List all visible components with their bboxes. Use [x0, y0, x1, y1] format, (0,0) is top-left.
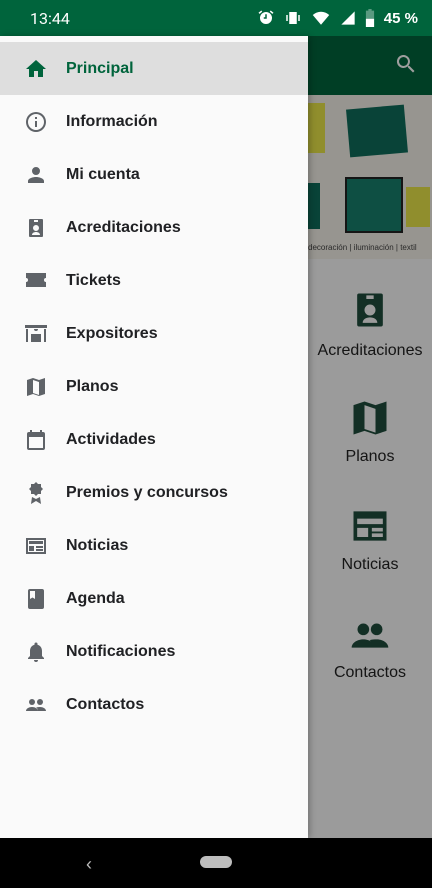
ticket-icon: [24, 269, 48, 293]
store-icon: [24, 322, 48, 346]
drawer-item-label: Notificaciones: [66, 642, 176, 660]
signal-icon: [341, 11, 355, 25]
book-icon: [24, 587, 48, 611]
system-nav-bar: ‹: [0, 838, 432, 888]
drawer-item-premios[interactable]: Premios y concursos: [0, 466, 308, 519]
drawer-item-label: Tickets: [66, 271, 121, 289]
drawer-item-acreditaciones[interactable]: Acreditaciones: [0, 201, 308, 254]
badge-icon: [24, 216, 48, 240]
drawer-item-agenda[interactable]: Agenda: [0, 572, 308, 625]
drawer-item-mi-cuenta[interactable]: Mi cuenta: [0, 148, 308, 201]
info-icon: [24, 110, 48, 134]
bell-icon: [24, 640, 48, 664]
person-icon: [24, 163, 48, 187]
drawer-item-label: Información: [66, 112, 158, 130]
group-icon: [24, 693, 48, 717]
drawer-item-principal[interactable]: Principal: [0, 42, 308, 95]
alarm-icon: [258, 10, 274, 24]
drawer-item-planos[interactable]: Planos: [0, 360, 308, 413]
navigation-drawer: Principal Información Mi cuenta Acredita…: [0, 36, 308, 838]
drawer-item-label: Premios y concursos: [66, 483, 228, 501]
award-icon: [24, 481, 48, 505]
drawer-item-label: Contactos: [66, 695, 145, 713]
back-icon[interactable]: ‹: [86, 854, 92, 875]
drawer-item-tickets[interactable]: Tickets: [0, 254, 308, 307]
drawer-item-label: Noticias: [66, 536, 129, 554]
drawer-item-label: Acreditaciones: [66, 218, 181, 236]
drawer-item-label: Principal: [66, 59, 134, 77]
home-icon: [24, 57, 48, 81]
status-bar: 13:44 45 %: [0, 0, 432, 36]
drawer-item-actividades[interactable]: Actividades: [0, 413, 308, 466]
drawer-item-noticias[interactable]: Noticias: [0, 519, 308, 572]
drawer-item-informacion[interactable]: Información: [0, 95, 308, 148]
battery-percent: 45 %: [383, 9, 418, 27]
drawer-item-contactos[interactable]: Contactos: [0, 678, 308, 731]
drawer-item-label: Planos: [66, 377, 119, 395]
map-icon: [24, 375, 48, 399]
drawer-item-notificaciones[interactable]: Notificaciones: [0, 625, 308, 678]
vibrate-icon: [286, 12, 300, 24]
home-pill[interactable]: [200, 856, 232, 868]
status-time: 13:44: [30, 9, 70, 28]
drawer-item-expositores[interactable]: Expositores: [0, 307, 308, 360]
calendar-icon: [24, 428, 48, 452]
drawer-item-label: Mi cuenta: [66, 165, 140, 183]
wifi-icon: [312, 11, 330, 25]
drawer-item-label: Expositores: [66, 324, 158, 342]
drawer-item-label: Agenda: [66, 589, 125, 607]
newspaper-icon: [24, 534, 48, 558]
battery-icon: [365, 9, 374, 27]
drawer-item-label: Actividades: [66, 430, 156, 448]
